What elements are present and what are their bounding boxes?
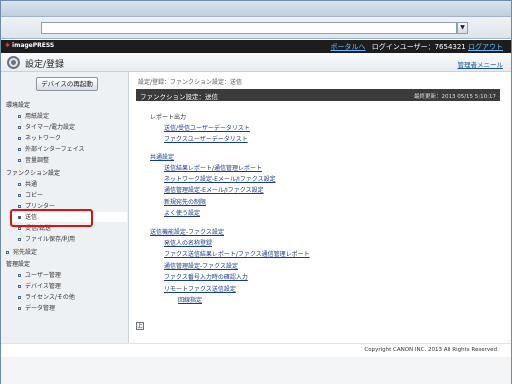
- main-content: 設定/登録：ファンクション設定：送信 ファンクション設定：送信 最終更新：201…: [130, 72, 511, 343]
- bullet-icon: [18, 227, 21, 230]
- logout-link[interactable]: ログアウト: [468, 43, 503, 51]
- sidebar-item-copy[interactable]: コピー: [18, 190, 43, 199]
- admin-menu-link[interactable]: 管理者メニール: [458, 59, 504, 69]
- link-line-select[interactable]: 回線指定: [178, 295, 202, 304]
- link-remote-fax[interactable]: リモートファクス送信設定: [164, 284, 236, 293]
- bullet-icon: [18, 296, 21, 299]
- link-favorite-settings[interactable]: よく使う設定: [164, 208, 200, 217]
- sidebar-section-management[interactable]: 管理設定: [6, 259, 30, 268]
- address-input[interactable]: [41, 22, 457, 34]
- breadcrumb: 設定/登録：ファンクション設定：送信: [138, 79, 243, 86]
- group-common-settings[interactable]: 共通設定: [150, 152, 174, 161]
- link-fax-number-confirm[interactable]: ファクス番号入力時の確認入力: [164, 272, 248, 281]
- link-new-destination-restriction[interactable]: 新規宛先の制限: [164, 197, 206, 206]
- sidebar-item-license[interactable]: ライセンス/その他: [18, 292, 75, 301]
- sidebar-item-paper[interactable]: 用紙設定: [18, 111, 49, 120]
- last-updated: 最終更新：2013 05/15 5:10:17: [413, 94, 496, 100]
- bullet-icon: [6, 251, 9, 254]
- sidebar-section-function[interactable]: ファンクション設定: [6, 168, 60, 177]
- sidebar: デバイスの再起動 環境設定 用紙設定 タイマー/電力設定 ネットワーク 外部イン…: [1, 72, 129, 343]
- restart-device-button[interactable]: デバイスの再起動: [36, 77, 98, 91]
- bullet-icon: [18, 148, 21, 151]
- bullet-icon: [18, 137, 21, 140]
- canon-logo-icon: ✱: [5, 42, 11, 49]
- footer: Copyright CANON INC. 2013 All Rights Res…: [1, 343, 511, 357]
- sidebar-item-timer[interactable]: タイマー/電力設定: [18, 122, 75, 131]
- browser-window: ▼ ✱ imagePRESS ポータルへ ログインユーザー：7654321 ログア…: [0, 0, 512, 384]
- login-user-label: ログインユーザー：7654321: [371, 43, 466, 51]
- link-fax-result-report[interactable]: ファクス送信結果レポート/ファクス通信管理レポート: [164, 249, 310, 258]
- link-send-result-report[interactable]: 送信結果レポート/通信管理レポート: [164, 163, 262, 172]
- link-network-email-ifax[interactable]: ネットワーク設定-Eメール/Iファクス設定: [164, 174, 276, 183]
- bullet-icon: [18, 285, 21, 288]
- bullet-icon: [18, 194, 21, 197]
- link-comm-fax[interactable]: 通信管理設定-ファクス設定: [164, 261, 238, 270]
- bullet-icon: [18, 159, 21, 162]
- top-links: ポータルへ ログインユーザー：7654321 ログアウト: [330, 42, 503, 52]
- address-bar: ▼: [1, 17, 511, 39]
- group-report-output: レポート出力: [150, 114, 187, 121]
- page-title: 設定/登録: [25, 60, 65, 70]
- section-title: ファンクション設定：送信: [140, 93, 218, 101]
- settings-gear-icon: [7, 56, 20, 69]
- brand-logo: ✱ imagePRESS: [5, 42, 55, 49]
- window-titlebar: [1, 1, 511, 17]
- portal-link[interactable]: ポータルへ: [330, 43, 365, 51]
- highlight-annotation: [10, 209, 93, 227]
- sidebar-section-environment[interactable]: 環境設定: [6, 100, 30, 109]
- bullet-icon: [18, 238, 21, 241]
- group-fax-settings[interactable]: 送信機能設定-ファクス設定: [150, 227, 224, 236]
- bullet-icon: [18, 274, 21, 277]
- link-sender-name[interactable]: 発信人の名称登録: [164, 238, 212, 247]
- sidebar-item-network[interactable]: ネットワーク: [18, 133, 61, 142]
- sidebar-item-interface[interactable]: 外部インターフェイス: [18, 144, 84, 153]
- bullet-icon: [18, 183, 21, 186]
- page-header: 設定/登録 管理者メニール: [1, 53, 511, 72]
- link-comm-email-ifax[interactable]: 通信管理設定-Eメール/Iファクス設定: [164, 185, 264, 194]
- back-to-top-button[interactable]: 上: [136, 322, 144, 330]
- window-bottom-area: [1, 357, 511, 384]
- sidebar-section-destination[interactable]: 宛先設定: [6, 247, 37, 256]
- sidebar-item-common[interactable]: 共通: [18, 179, 37, 188]
- bullet-icon: [18, 115, 21, 118]
- bullet-icon: [18, 126, 21, 129]
- sidebar-item-data-management[interactable]: データ管理: [18, 303, 55, 312]
- sidebar-item-user-management[interactable]: ユーザー管理: [18, 270, 61, 279]
- top-bar: ✱ imagePRESS ポータルへ ログインユーザー：7654321 ログアウト: [1, 40, 511, 53]
- sidebar-item-volume[interactable]: 音量調整: [18, 155, 49, 164]
- address-dropdown-button[interactable]: ▼: [457, 22, 468, 34]
- bullet-icon: [18, 307, 21, 310]
- sidebar-item-device-management[interactable]: デバイス管理: [18, 281, 61, 290]
- copyright: Copyright CANON INC. 2013 All Rights Res…: [364, 347, 497, 353]
- bullet-icon: [18, 205, 21, 208]
- link-send-receive-user-list[interactable]: 送信/受信ユーザーデータリスト: [164, 123, 250, 132]
- sidebar-item-file[interactable]: ファイル保存/利用: [18, 234, 75, 243]
- section-title-bar: ファンクション設定：送信 最終更新：2013 05/15 5:10:17: [136, 89, 500, 101]
- link-fax-user-list[interactable]: ファクスユーザーデータリスト: [164, 134, 248, 143]
